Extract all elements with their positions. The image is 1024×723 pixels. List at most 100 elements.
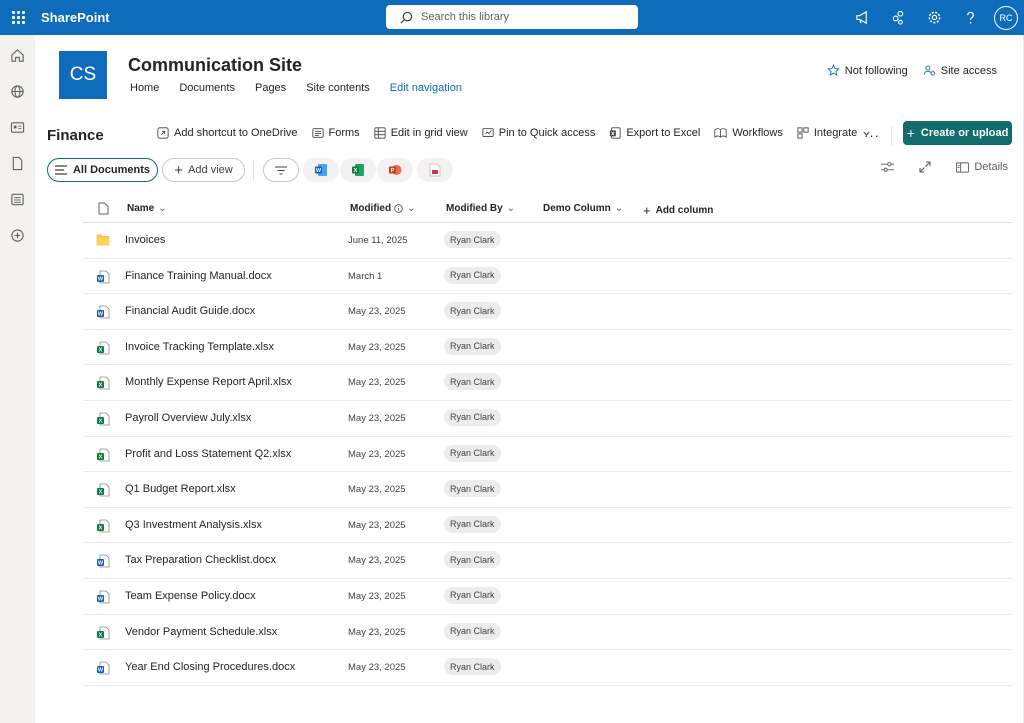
site-header: CS Communication Site Home Documents Pag…	[35, 35, 1024, 115]
file-name-link[interactable]: Financial Audit Guide.docx	[125, 305, 255, 317]
modified-by-persona[interactable]: Ryan Clark	[444, 444, 501, 462]
file-type-header[interactable]	[98, 202, 109, 215]
table-row[interactable]: X Q3 Investment Analysis.xlsx May 23, 2025…	[83, 508, 1012, 544]
details-pane-icon	[956, 161, 970, 173]
expand-button[interactable]	[919, 161, 936, 173]
nav-documents[interactable]: Documents	[179, 82, 235, 94]
table-row[interactable]: W Year End Closing Procedures.docx May 23,…	[83, 650, 1012, 686]
export-excel-button[interactable]: Export to Excel	[609, 127, 700, 139]
modified-date: May 23, 2025	[348, 662, 406, 674]
pdf-filter-button[interactable]	[417, 158, 453, 182]
powerpoint-filter-button[interactable]: P	[377, 158, 413, 182]
excel-icon: X	[352, 164, 364, 176]
forms-button[interactable]: Forms	[311, 127, 360, 139]
file-name-link[interactable]: Monthly Expense Report April.xlsx	[125, 376, 292, 388]
list-icon[interactable]	[0, 181, 35, 217]
modified-by-persona[interactable]: Ryan Clark	[444, 231, 501, 248]
follow-button[interactable]: Not following	[826, 64, 908, 77]
details-button[interactable]: Details	[956, 161, 1008, 173]
edit-grid-button[interactable]: Edit in grid view	[374, 127, 468, 139]
create-upload-button[interactable]: + Create or upload	[903, 121, 1012, 145]
modified-by-persona[interactable]: Ryan Clark	[444, 658, 501, 676]
news-icon[interactable]	[0, 109, 35, 145]
table-row[interactable]: W Financial Audit Guide.docx May 23, 2025 R…	[83, 294, 1012, 330]
table-row[interactable]: W Tax Preparation Checklist.docx May 23, 2…	[83, 543, 1012, 579]
file-name-link[interactable]: Invoice Tracking Template.xlsx	[125, 341, 274, 353]
network-icon[interactable]	[880, 0, 916, 35]
table-row[interactable]: X Profit and Loss Statement Q2.xlsx May 23…	[83, 437, 1012, 473]
chevron-down-icon: ⌄	[506, 203, 516, 214]
table-row[interactable]: W Team Expense Policy.docx May 23, 2025 Rya…	[83, 579, 1012, 615]
file-name-link[interactable]: Invoices	[125, 234, 165, 246]
file-name-link[interactable]: Payroll Overview July.xlsx	[125, 412, 251, 424]
svg-text:W: W	[98, 561, 104, 567]
view-settings-button[interactable]	[881, 161, 899, 173]
table-row[interactable]: Invoices June 11, 2025 Ryan Clark	[83, 223, 1012, 259]
table-row[interactable]: X Monthly Expense Report April.xlsx May 23…	[83, 365, 1012, 401]
gear-icon[interactable]	[916, 0, 952, 35]
nav-site-contents[interactable]: Site contents	[306, 82, 370, 94]
modified-by-persona[interactable]: Ryan Clark	[444, 480, 501, 498]
site-access-button[interactable]: Site access	[923, 64, 997, 77]
file-name-link[interactable]: Vendor Payment Schedule.xlsx	[125, 626, 277, 638]
file-name-link[interactable]: Year End Closing Procedures.docx	[125, 661, 295, 673]
document-table: Name ⌄ Modified ⌄ Modified By ⌄ Demo Colum…	[83, 196, 1012, 686]
add-shortcut-button[interactable]: Add shortcut to OneDrive	[157, 127, 298, 139]
file-icon[interactable]	[0, 145, 35, 181]
all-documents-view-button[interactable]: All Documents	[47, 158, 158, 182]
modified-date: June 11, 2025	[348, 235, 408, 246]
modified-header[interactable]: Modified ⌄	[350, 203, 416, 214]
word-filter-button[interactable]: W	[303, 158, 339, 182]
file-name-link[interactable]: Team Expense Policy.docx	[125, 590, 256, 602]
more-options-button[interactable]: ···	[864, 128, 880, 143]
nav-pages[interactable]: Pages	[255, 82, 286, 94]
modified-by-persona[interactable]: Ryan Clark	[444, 586, 501, 604]
divider	[253, 160, 254, 180]
workflows-button[interactable]: Workflows	[714, 127, 783, 139]
modified-by-persona[interactable]: Ryan Clark	[444, 302, 501, 320]
modified-by-persona[interactable]: Ryan Clark	[444, 408, 501, 426]
globe-icon[interactable]	[0, 73, 35, 109]
table-row[interactable]: X Invoice Tracking Template.xlsx May 23, 2…	[83, 330, 1012, 366]
demo-column-header-label: Demo Column	[543, 203, 611, 214]
modified-by-persona[interactable]: Ryan Clark	[444, 373, 501, 391]
table-row[interactable]: X Payroll Overview July.xlsx May 23, 2025 R…	[83, 401, 1012, 437]
app-launcher-icon[interactable]	[0, 0, 36, 35]
file-name-link[interactable]: Finance Training Manual.docx	[125, 270, 272, 282]
file-name-link[interactable]: Profit and Loss Statement Q2.xlsx	[125, 448, 291, 460]
avatar[interactable]: RC	[994, 5, 1018, 30]
modified-by-persona[interactable]: Ryan Clark	[444, 515, 501, 533]
home-icon[interactable]	[0, 37, 35, 73]
name-header[interactable]: Name ⌄	[127, 203, 167, 214]
brand-link[interactable]: SharePoint	[41, 10, 110, 25]
file-name-link[interactable]: Q3 Investment Analysis.xlsx	[125, 519, 262, 531]
modified-by-persona[interactable]: Ryan Clark	[444, 622, 501, 640]
add-view-button[interactable]: + Add view	[162, 158, 245, 182]
svg-text:X: X	[99, 383, 103, 389]
nav-edit-navigation[interactable]: Edit navigation	[390, 82, 462, 94]
modified-by-persona[interactable]: Ryan Clark	[444, 266, 501, 284]
table-row[interactable]: W Finance Training Manual.docx March 1 Ryan…	[83, 259, 1012, 295]
filter-button[interactable]	[263, 158, 299, 182]
folder-icon	[96, 234, 110, 248]
search-input[interactable]	[421, 11, 621, 23]
table-row[interactable]: X Q1 Budget Report.xlsx May 23, 2025 Ryan C…	[83, 472, 1012, 508]
modified-by-persona[interactable]: Ryan Clark	[444, 337, 501, 355]
demo-column-header[interactable]: Demo Column ⌄	[543, 203, 623, 214]
megaphone-icon[interactable]	[844, 0, 880, 35]
file-name-link[interactable]: Tax Preparation Checklist.docx	[125, 554, 276, 566]
expand-icon	[919, 161, 931, 173]
excel-filter-button[interactable]: X	[340, 158, 376, 182]
add-circle-icon[interactable]	[0, 217, 35, 253]
file-name-link[interactable]: Q1 Budget Report.xlsx	[125, 483, 236, 495]
add-column-header[interactable]: + Add column	[643, 203, 713, 218]
pin-quick-access-button[interactable]: Pin to Quick access	[482, 127, 595, 139]
search-box[interactable]	[386, 5, 638, 29]
site-logo[interactable]: CS	[59, 51, 107, 99]
excel-document-icon: X	[96, 376, 110, 390]
modified-by-persona[interactable]: Ryan Clark	[444, 551, 501, 569]
help-icon[interactable]	[952, 0, 988, 35]
table-row[interactable]: X Vendor Payment Schedule.xlsx May 23, 202…	[83, 615, 1012, 651]
nav-home[interactable]: Home	[130, 82, 159, 94]
modified-by-header[interactable]: Modified By ⌄	[446, 203, 515, 214]
